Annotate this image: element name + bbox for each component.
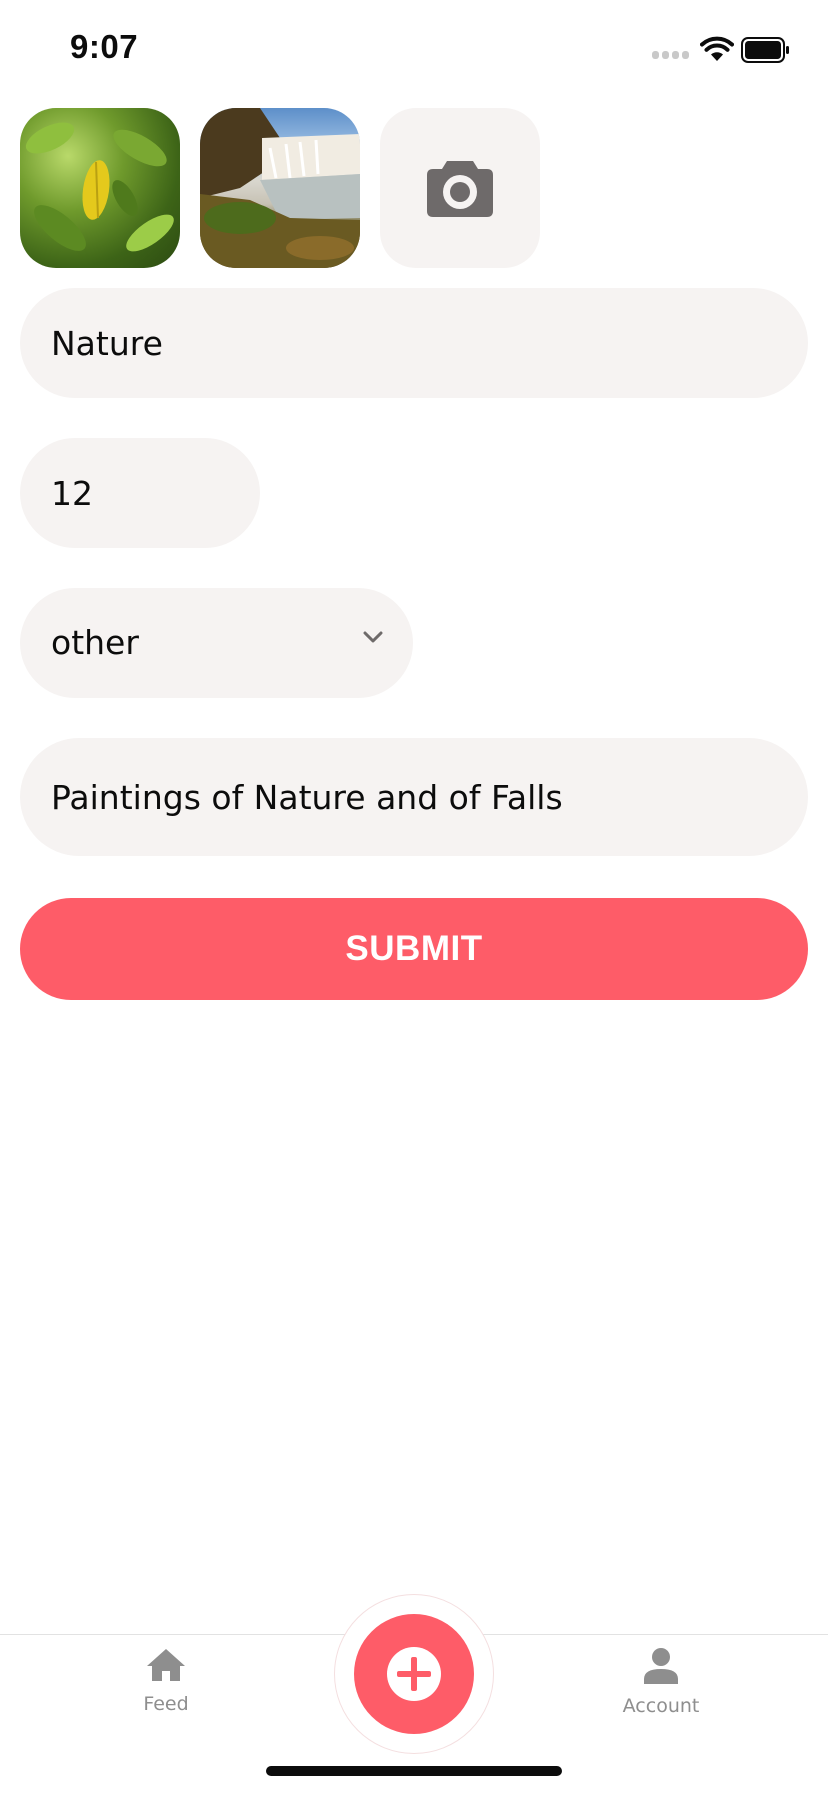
add-button[interactable] <box>354 1614 474 1734</box>
leaves-image <box>25 122 174 252</box>
tab-feed[interactable]: Feed <box>86 1647 246 1737</box>
category-select[interactable]: other <box>20 588 413 698</box>
photo-thumbnail-leaves[interactable] <box>20 108 180 268</box>
tab-account-label: Account <box>622 1695 700 1717</box>
home-indicator <box>266 1766 562 1776</box>
person-icon <box>644 1648 678 1684</box>
description-input[interactable] <box>20 738 808 856</box>
camera-icon <box>427 161 493 217</box>
tab-account[interactable]: Account <box>581 1647 741 1737</box>
tab-feed-label: Feed <box>143 1693 189 1715</box>
submit-button[interactable]: SUBMIT <box>20 898 808 1000</box>
battery-icon <box>741 37 789 63</box>
status-time: 9:07 <box>70 28 139 65</box>
home-icon <box>147 1649 185 1681</box>
category-select-value: other <box>51 623 139 662</box>
waterfall-image <box>200 108 360 268</box>
title-input[interactable] <box>20 288 808 398</box>
chevron-down-icon <box>363 631 383 643</box>
photo-thumbnail-waterfall[interactable] <box>200 108 360 268</box>
cellular-signal-icon <box>652 51 690 61</box>
quantity-input[interactable] <box>20 438 260 548</box>
status-bar: 9:07 <box>0 0 828 100</box>
add-photo-button[interactable] <box>380 108 540 268</box>
wifi-icon <box>700 36 734 61</box>
plus-icon <box>387 1647 441 1701</box>
